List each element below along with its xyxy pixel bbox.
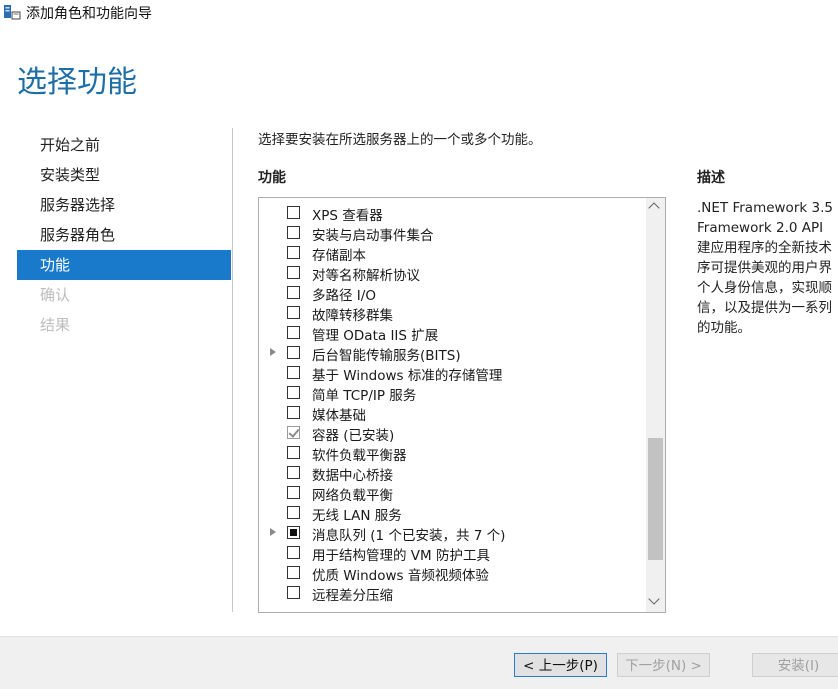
feature-label: 管理 OData IIS 扩展 <box>312 328 439 344</box>
feature-checkbox[interactable] <box>287 586 300 599</box>
feature-checkbox[interactable] <box>287 546 300 559</box>
feature-label: 简单 TCP/IP 服务 <box>312 388 417 404</box>
feature-row[interactable]: 基于 Windows 标准的存储管理 <box>259 363 644 384</box>
feature-label: 后台智能传输服务(BITS) <box>312 348 461 364</box>
feature-row[interactable]: 数据中心桥接 <box>259 463 644 484</box>
nav-item-before-you-begin[interactable]: 开始之前 <box>17 130 231 160</box>
feature-row[interactable]: 远程差分压缩 <box>259 583 644 604</box>
description-line: 建应用程序的全新技术 <box>697 240 832 256</box>
feature-checkbox[interactable] <box>287 206 300 219</box>
wizard-footer: < 上一步(P) 下一步(N) > 安装(I) <box>0 636 838 689</box>
next-button[interactable]: 下一步(N) > <box>617 653 710 677</box>
feature-label: 无线 LAN 服务 <box>312 508 402 524</box>
features-heading: 功能 <box>258 170 286 186</box>
feature-label: 多路径 I/O <box>312 288 376 304</box>
title-bar: 添加角色和功能向导 <box>0 0 838 26</box>
feature-row[interactable]: 消息队列 (1 个已安装，共 7 个) <box>259 523 644 544</box>
feature-row[interactable]: 后台智能传输服务(BITS) <box>259 343 644 364</box>
feature-label: 用于结构管理的 VM 防护工具 <box>312 548 490 564</box>
feature-checkbox[interactable] <box>287 566 300 579</box>
feature-rows: XPS 查看器安装与启动事件集合 存储副本对等名称解析协议 多路径 I/O 故障转移群… <box>259 203 644 604</box>
nav-item-results: 结果 <box>40 316 71 334</box>
feature-checkbox[interactable] <box>287 506 300 519</box>
feature-row[interactable]: 容器 (已安装) <box>259 423 644 444</box>
expand-arrow-icon[interactable] <box>270 528 276 536</box>
feature-checkbox[interactable] <box>287 266 300 279</box>
feature-row[interactable]: 用于结构管理的 VM 防护工具 <box>259 543 644 564</box>
description-line: Framework 2.0 API <box>697 220 824 236</box>
feature-row[interactable]: 优质 Windows 音频视频体验 <box>259 563 644 584</box>
description-heading: 描述 <box>697 170 725 186</box>
vertical-scrollbar[interactable] <box>646 198 665 612</box>
feature-row[interactable]: 故障转移群集 <box>259 303 644 324</box>
scroll-up-arrow-icon[interactable] <box>648 202 660 214</box>
feature-row[interactable]: 网络负载平衡 <box>259 483 644 504</box>
feature-checkbox[interactable] <box>287 466 300 479</box>
feature-label: 消息队列 (1 个已安装，共 7 个) <box>312 528 506 544</box>
feature-row[interactable]: 简单 TCP/IP 服务 <box>259 383 644 404</box>
nav-item-features[interactable]: 功能 <box>17 250 231 280</box>
feature-checkbox[interactable] <box>287 386 300 399</box>
previous-button[interactable]: < 上一步(P) <box>514 653 607 677</box>
feature-label: 故障转移群集 <box>312 308 393 324</box>
feature-label: 对等名称解析协议 <box>312 268 420 284</box>
feature-tree[interactable]: XPS 查看器安装与启动事件集合 存储副本对等名称解析协议 多路径 I/O 故障转移群… <box>258 197 666 613</box>
feature-checkbox[interactable] <box>287 366 300 379</box>
feature-row[interactable]: XPS 查看器 <box>259 203 644 224</box>
feature-label: 网络负载平衡 <box>312 488 393 504</box>
nav-item-server-selection[interactable]: 服务器选择 <box>17 190 231 220</box>
scroll-thumb[interactable] <box>648 438 663 560</box>
feature-row[interactable]: 对等名称解析协议 <box>259 263 644 284</box>
page-title: 选择功能 <box>17 65 137 100</box>
wizard-nav: 开始之前 安装类型 服务器选择 服务器角色 功能 确认 结果 <box>17 130 231 340</box>
feature-checkbox[interactable] <box>287 446 300 459</box>
instruction-text: 选择要安装在所选服务器上的一个或多个功能。 <box>258 132 542 148</box>
feature-checkbox[interactable] <box>287 226 300 239</box>
feature-checkbox[interactable] <box>287 326 300 339</box>
description-line: 的功能。 <box>697 320 751 336</box>
description-text: .NET Framework 3.5 Framework 2.0 API 建应用程序… <box>697 198 838 338</box>
feature-row[interactable]: 无线 LAN 服务 <box>259 503 644 524</box>
feature-label: 安装与启动事件集合 <box>312 228 434 244</box>
feature-label: 优质 Windows 音频视频体验 <box>312 568 489 584</box>
scroll-down-arrow-icon[interactable] <box>648 593 660 605</box>
feature-row[interactable]: 安装与启动事件集合 <box>259 223 644 244</box>
feature-checkbox[interactable] <box>287 346 300 359</box>
server-manager-icon <box>4 5 21 20</box>
nav-divider <box>232 128 233 612</box>
expand-arrow-icon[interactable] <box>270 348 276 356</box>
nav-item-confirmation: 确认 <box>40 286 71 304</box>
description-line: 个人身份信息，实现顺 <box>697 280 832 296</box>
nav-item-server-roles[interactable]: 服务器角色 <box>17 220 231 250</box>
feature-label: 软件负载平衡器 <box>312 448 407 464</box>
feature-checkbox[interactable] <box>287 406 300 419</box>
description-line: .NET Framework 3.5 <box>697 200 833 216</box>
feature-row[interactable]: 媒体基础 <box>259 403 644 424</box>
feature-checkbox[interactable] <box>287 526 300 539</box>
feature-label: 容器 (已安装) <box>312 428 395 444</box>
feature-row[interactable]: 多路径 I/O <box>259 283 644 304</box>
feature-row[interactable]: 存储副本 <box>259 243 644 264</box>
feature-label: 数据中心桥接 <box>312 468 393 484</box>
feature-label: XPS 查看器 <box>312 208 383 224</box>
feature-label: 远程差分压缩 <box>312 588 393 604</box>
description-line: 序可提供美观的用户界 <box>697 260 832 276</box>
feature-checkbox[interactable] <box>287 426 300 439</box>
feature-checkbox[interactable] <box>287 306 300 319</box>
feature-label: 媒体基础 <box>312 408 366 424</box>
description-line: 信，以及提供为一系列 <box>697 300 832 316</box>
feature-checkbox[interactable] <box>287 486 300 499</box>
feature-checkbox[interactable] <box>287 246 300 259</box>
feature-row[interactable]: 软件负载平衡器 <box>259 443 644 464</box>
feature-row[interactable]: 管理 OData IIS 扩展 <box>259 323 644 344</box>
install-button[interactable]: 安装(I) <box>752 653 838 677</box>
window-title: 添加角色和功能向导 <box>26 6 152 22</box>
feature-label: 基于 Windows 标准的存储管理 <box>312 368 503 384</box>
nav-item-installation-type[interactable]: 安装类型 <box>17 160 231 190</box>
feature-checkbox[interactable] <box>287 286 300 299</box>
feature-label: 存储副本 <box>312 248 366 264</box>
